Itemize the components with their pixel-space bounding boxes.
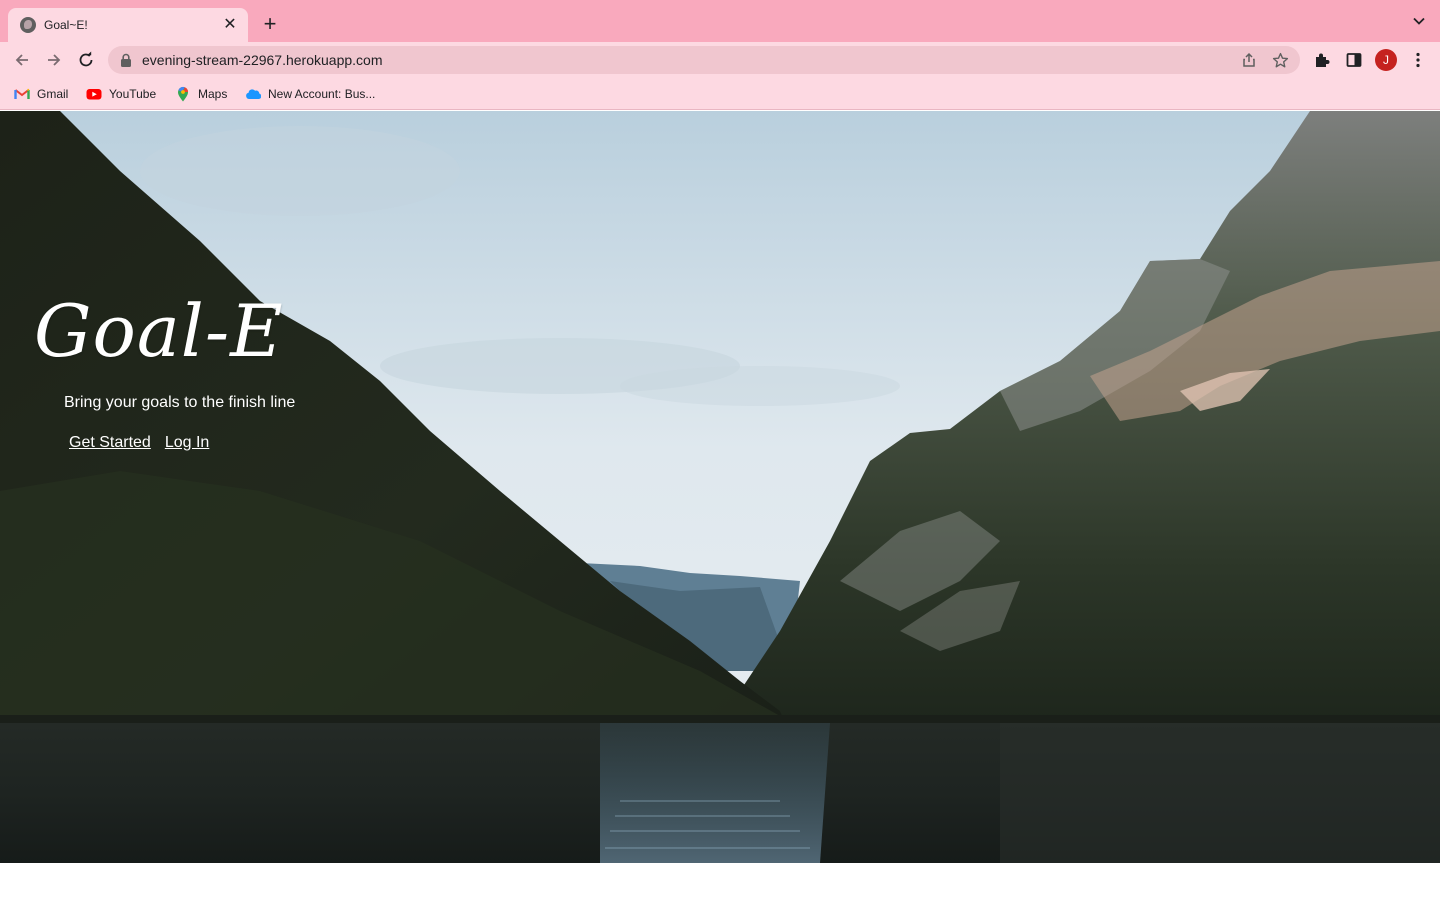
url-text[interactable]: evening-stream-22967.herokuapp.com (142, 52, 1238, 68)
back-button[interactable] (10, 48, 34, 72)
mountain-lake-background-image (0, 111, 1440, 863)
side-panel-icon (1346, 53, 1362, 67)
youtube-icon (86, 89, 102, 100)
close-tab-icon[interactable]: ✕ (222, 17, 238, 33)
share-button[interactable] (1238, 49, 1260, 71)
hero-tagline: Bring your goals to the finish line (64, 394, 296, 411)
profile-avatar[interactable]: J (1375, 49, 1397, 71)
arrow-left-icon (15, 54, 28, 66)
tab-strip: Goal~E! ✕ + (0, 0, 1440, 42)
share-icon (1243, 52, 1255, 67)
bookmarks-bar: Gmail YouTube Maps New Account: Bus... (0, 78, 1440, 110)
hero-links: Get Started Log In (69, 434, 223, 452)
maps-icon (178, 86, 189, 102)
bookmark-label: Gmail (37, 87, 69, 101)
browser-menu-button[interactable] (1406, 48, 1430, 72)
kebab-menu-icon (1416, 52, 1420, 68)
bookmark-star-button[interactable] (1269, 49, 1291, 71)
new-tab-button[interactable]: + (258, 13, 282, 37)
bookmark-youtube[interactable]: YouTube (86, 84, 156, 104)
forward-button[interactable] (42, 48, 66, 72)
extensions-button[interactable] (1310, 48, 1334, 72)
bookmark-new-account[interactable]: New Account: Bus... (245, 84, 375, 104)
chevron-down-icon[interactable] (1412, 14, 1426, 28)
side-panel-button[interactable] (1342, 48, 1366, 72)
arrow-right-icon (48, 54, 61, 66)
get-started-link[interactable]: Get Started (69, 434, 151, 452)
salesforce-cloud-icon (246, 89, 261, 100)
bookmark-label: New Account: Bus... (268, 87, 376, 101)
log-in-link[interactable]: Log In (165, 434, 209, 452)
hero-title: Goal-E (34, 289, 284, 373)
bookmark-gmail[interactable]: Gmail (14, 84, 68, 104)
bookmark-maps[interactable]: Maps (175, 84, 227, 104)
page-viewport: Goal-E Bring your goals to the finish li… (0, 111, 1440, 863)
star-icon (1272, 52, 1288, 67)
tab-title: Goal~E! (44, 18, 88, 32)
reload-button[interactable] (74, 48, 98, 72)
browser-toolbar: evening-stream-22967.herokuapp.com J (0, 42, 1440, 78)
reload-icon (79, 51, 93, 67)
bookmark-label: Maps (198, 87, 228, 101)
gmail-icon (14, 88, 30, 99)
address-bar[interactable]: evening-stream-22967.herokuapp.com (108, 46, 1300, 74)
puzzle-piece-icon (1316, 53, 1330, 67)
browser-tab[interactable]: Goal~E! ✕ (8, 8, 248, 42)
globe-icon (20, 17, 36, 33)
bookmark-label: YouTube (109, 87, 157, 101)
lock-icon[interactable] (120, 53, 132, 67)
